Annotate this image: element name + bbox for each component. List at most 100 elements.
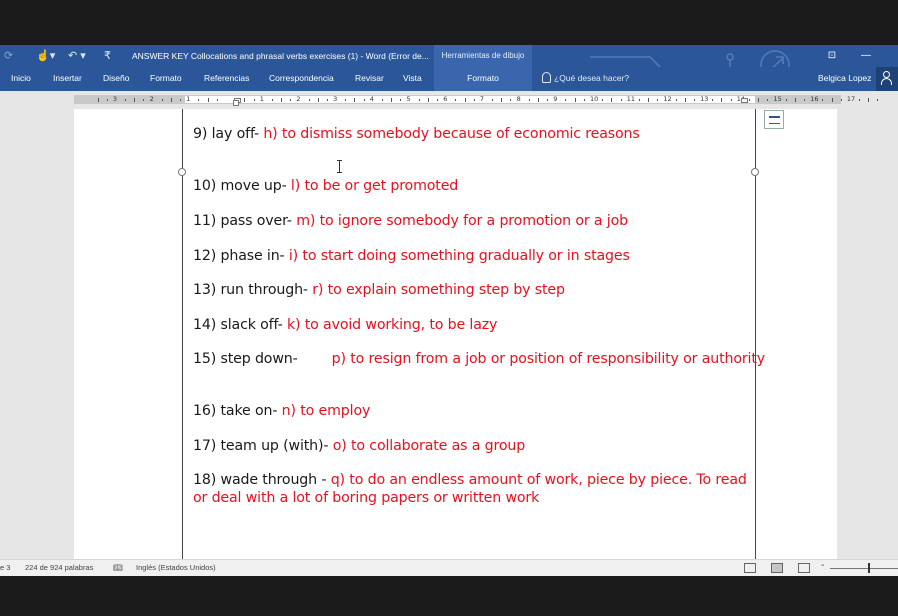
phrasal-verb-term: 16) take on- <box>193 403 282 419</box>
ruler-tick <box>106 99 108 101</box>
answer-text: k) to avoid working, to be lazy <box>286 317 498 333</box>
ruler-tick <box>868 98 870 102</box>
ruler-tick <box>528 99 530 101</box>
ruler-tick <box>134 98 136 102</box>
list-item: 9) lay off- h) to dismiss somebody becau… <box>193 126 640 142</box>
ruler-tick <box>831 98 833 102</box>
layout-options-icon[interactable] <box>764 110 784 129</box>
tab-insertar[interactable]: Insertar <box>53 67 82 91</box>
title-bar: ⟳ ☝▾ ↶ ▾ ₹ ANSWER KEY Collocations and p… <box>0 45 898 85</box>
ruler-tick <box>464 98 466 102</box>
right-indent-marker[interactable] <box>741 98 748 103</box>
ribbon-display-options-icon[interactable]: ⊡ <box>824 48 840 64</box>
ribbon-tabs: Inicio Insertar Diseño Formato Referenci… <box>0 67 898 91</box>
tab-referencias[interactable]: Referencias <box>204 67 249 91</box>
phrasal-verb-term: 18) wade through - <box>193 472 331 488</box>
tab-inicio[interactable]: Inicio <box>11 67 31 91</box>
zoom-slider[interactable] <box>830 568 898 569</box>
ruler-tick <box>748 99 750 101</box>
ruler-tick <box>381 99 383 101</box>
ruler-tick <box>877 99 879 101</box>
ruler-number: 5 <box>406 95 411 103</box>
ruler-tick <box>684 98 686 102</box>
ruler-number: 10 <box>590 95 599 103</box>
tab-correspondencia[interactable]: Correspondencia <box>269 67 334 91</box>
screen-bottom-bezel <box>0 576 898 616</box>
ruler-tick <box>125 99 127 101</box>
ruler-tick <box>693 99 695 101</box>
resize-handle-top[interactable] <box>233 100 239 106</box>
ruler-tick <box>758 98 760 102</box>
ruler-tick <box>767 99 769 101</box>
ruler-number: 2 <box>149 95 154 103</box>
ruler-number: 8 <box>516 95 521 103</box>
drawing-tools-context-header: Herramientas de dibujo <box>434 45 532 67</box>
ruler-tick <box>317 98 319 102</box>
refresh-icon[interactable]: ⟳ <box>4 49 13 63</box>
print-layout-icon[interactable] <box>771 563 783 573</box>
ruler-tick <box>400 99 402 101</box>
ruler-tick <box>391 98 393 102</box>
screen-top-bezel <box>0 0 898 45</box>
page-count[interactable]: e 3 <box>0 563 10 572</box>
resize-handle-right[interactable] <box>751 168 759 176</box>
ruler-tick <box>574 98 576 102</box>
ruler-tick <box>501 98 503 102</box>
ruler-tick <box>721 98 723 102</box>
ruler-tick <box>675 99 677 101</box>
ruler-tick <box>170 98 172 102</box>
web-layout-icon[interactable] <box>798 563 810 573</box>
word-count[interactable]: 224 de 924 palabras <box>25 563 93 572</box>
ruler-number: 3 <box>112 95 118 103</box>
tab-formato[interactable]: Formato <box>150 67 182 91</box>
ruler-number: 3 <box>333 95 338 103</box>
zoom-slider-thumb[interactable] <box>868 563 870 573</box>
ruler-number: 7 <box>479 95 485 103</box>
phrasal-verb-term: 17) team up (with)- <box>193 438 333 454</box>
ruler-number: 16 <box>810 95 819 103</box>
tab-diseno[interactable]: Diseño <box>103 67 129 91</box>
touch-mode-icon[interactable]: ☝▾ <box>36 49 55 63</box>
ruler-tick <box>840 99 842 101</box>
tab-drawing-format[interactable]: Formato <box>434 67 532 91</box>
read-mode-icon[interactable] <box>744 563 756 573</box>
resize-handle-left[interactable] <box>178 168 186 176</box>
ruler-tick <box>437 99 439 101</box>
ruler-number: 6 <box>443 95 448 103</box>
ruler-number: 1 <box>259 95 264 103</box>
list-item: 18) wade through - q) to do an endless a… <box>193 471 749 507</box>
ruler-tick <box>648 98 650 102</box>
answer-text: r) to explain something step by step <box>312 282 565 298</box>
zoom-out-icon[interactable]: - <box>821 560 824 571</box>
ruler-tick <box>281 98 283 102</box>
ruler-number: 12 <box>663 95 672 103</box>
horizontal-ruler[interactable]: 3211234567891011121314151617 <box>74 95 879 104</box>
undo-icon[interactable]: ↶ ▾ <box>68 49 86 63</box>
user-name[interactable]: Belgica Lopez <box>818 67 871 89</box>
ruler-tick <box>804 99 806 101</box>
ruler-number: 13 <box>700 95 709 103</box>
phrasal-verb-term: 13) run through- <box>193 282 313 298</box>
ruler-tick <box>308 99 310 101</box>
ruler-tick <box>244 98 246 102</box>
tab-revisar[interactable]: Revisar <box>355 67 384 91</box>
ruler-number: 2 <box>296 95 301 103</box>
ruler-left-margin <box>75 96 185 103</box>
ruler-tick <box>620 99 622 101</box>
share-user-icon[interactable] <box>876 67 898 91</box>
ruler-tick <box>602 99 604 101</box>
customize-qat-icon[interactable]: ₹ <box>104 49 111 63</box>
ruler-number: 17 <box>846 95 856 103</box>
ruler-tick <box>455 99 457 101</box>
language-indicator[interactable]: Inglés (Estados Unidos) <box>136 563 216 572</box>
minimize-icon[interactable]: — <box>858 48 874 64</box>
ruler-tick <box>638 99 640 101</box>
proofing-icon[interactable]: 📖︎ <box>113 563 123 572</box>
ruler-number: 15 <box>773 95 782 103</box>
tab-vista[interactable]: Vista <box>403 67 422 91</box>
status-bar: e 3 224 de 924 palabras 📖︎ Inglés (Estad… <box>0 559 898 576</box>
ruler-tick <box>730 99 732 101</box>
document-title: ANSWER KEY Collocations and phrasal verb… <box>132 51 429 61</box>
ruler-tick <box>290 99 292 101</box>
tell-me-search[interactable]: ¿Qué desea hacer? <box>542 67 629 91</box>
